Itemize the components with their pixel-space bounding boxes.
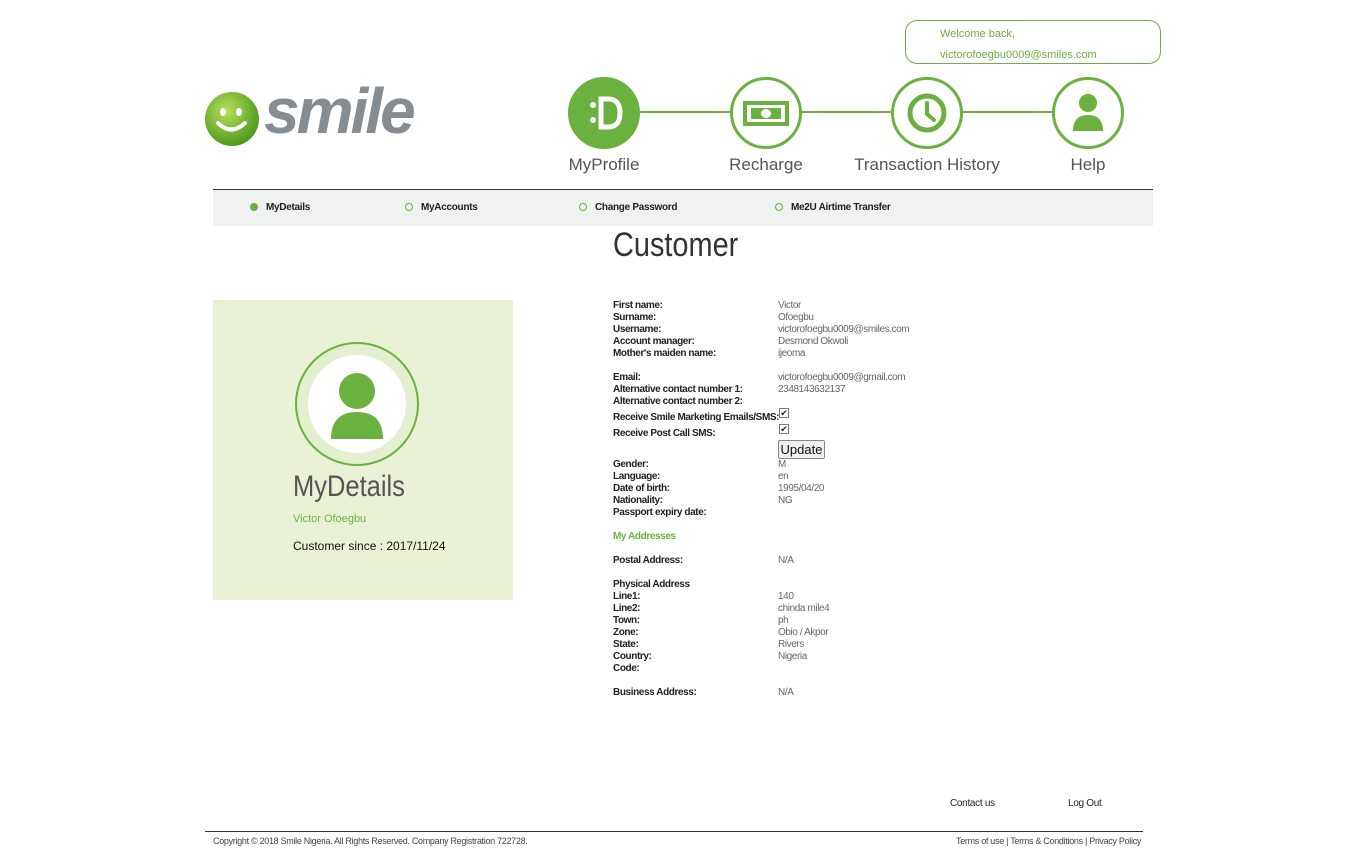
clock-icon xyxy=(907,93,947,133)
subnav-label: MyAccounts xyxy=(421,202,478,213)
copyright-text: Copyright © 2018 Smile Nigeria. All Righ… xyxy=(213,836,528,846)
nav-recharge[interactable]: Recharge xyxy=(681,77,851,175)
avatar xyxy=(295,342,419,466)
sub-navigation: MyDetails MyAccounts Change Password Me2… xyxy=(213,189,1153,226)
nav-myprofile-circle xyxy=(568,77,640,149)
nav-label: Recharge xyxy=(729,155,803,174)
welcome-box: Welcome back, victorofoegbu0009@smiles.c… xyxy=(905,20,1161,64)
subnav-label: Me2U Airtime Transfer xyxy=(791,202,891,213)
post-call-checkbox[interactable]: ✔ xyxy=(779,424,789,434)
nav-label: Help xyxy=(1070,155,1106,174)
subnav-label: MyDetails xyxy=(266,202,310,213)
terms-conditions-link[interactable]: Terms & Conditions xyxy=(1010,836,1083,846)
banknote-icon xyxy=(743,101,789,126)
nav-label: MyProfile xyxy=(568,155,640,174)
card-title: MyDetails xyxy=(293,470,405,503)
nav-help-circle xyxy=(1052,77,1124,149)
logout-link[interactable]: Log Out xyxy=(1068,798,1102,809)
nav-myprofile[interactable]: MyProfile xyxy=(519,77,689,175)
smiley-icon xyxy=(205,92,259,146)
user-email: victorofoegbu0009@smiles.com xyxy=(940,49,1097,61)
footer-divider xyxy=(205,831,1143,832)
avatar-person-icon xyxy=(331,373,383,439)
nav-help[interactable]: Help xyxy=(1003,77,1173,175)
smile-logo[interactable]: smile xyxy=(204,75,434,150)
privacy-policy-link[interactable]: Privacy Policy xyxy=(1089,836,1141,846)
customer-since: Customer since : 2017/11/24 xyxy=(293,539,446,553)
radio-dot-icon xyxy=(579,203,587,211)
nav-recharge-circle xyxy=(730,77,802,149)
nav-transaction-circle xyxy=(891,77,963,149)
profile-card: MyDetails Victor Ofoegbu Customer since … xyxy=(213,300,513,600)
nav-label: Transaction History xyxy=(854,155,1000,174)
contact-us-link[interactable]: Contact us xyxy=(950,798,995,809)
profile-smile-icon xyxy=(590,96,623,130)
legal-links: Terms of use | Terms & Conditions | Priv… xyxy=(956,836,1141,846)
subnav-me2u-transfer[interactable]: Me2U Airtime Transfer xyxy=(775,202,891,213)
radio-dot-icon xyxy=(250,203,258,211)
subnav-label: Change Password xyxy=(595,202,678,213)
radio-dot-icon xyxy=(775,203,783,211)
update-button[interactable]: Update xyxy=(778,440,825,459)
nav-transaction-history[interactable]: Transaction History xyxy=(842,77,1012,175)
customer-name: Victor Ofoegbu xyxy=(293,513,367,525)
page-title: Customer xyxy=(613,226,739,264)
person-icon xyxy=(1073,94,1103,131)
marketing-checkbox[interactable]: ✔ xyxy=(779,408,789,418)
subnav-change-password[interactable]: Change Password xyxy=(579,202,678,213)
welcome-text: Welcome back, xyxy=(940,28,1015,40)
subnav-myaccounts[interactable]: MyAccounts xyxy=(405,202,478,213)
logo-wordmark: smile xyxy=(264,75,416,147)
radio-dot-icon xyxy=(405,203,413,211)
subnav-mydetails[interactable]: MyDetails xyxy=(250,202,310,213)
addresses-title: My Addresses xyxy=(613,531,676,542)
terms-of-use-link[interactable]: Terms of use xyxy=(956,836,1004,846)
